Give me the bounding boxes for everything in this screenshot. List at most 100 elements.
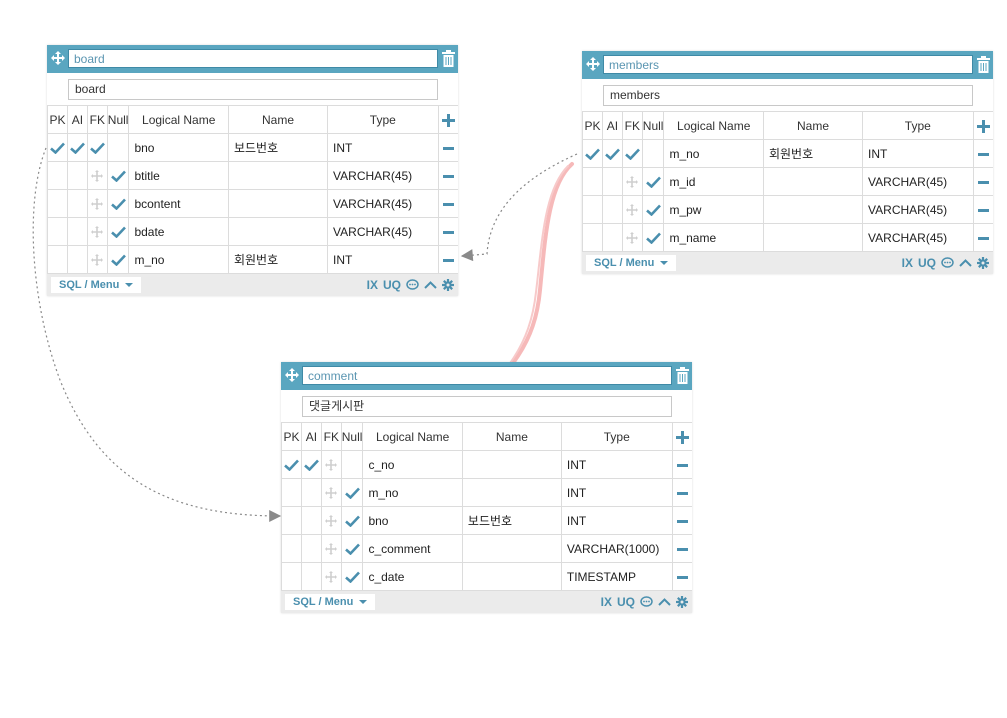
column-row[interactable]: bno 보드번호 INT: [281, 506, 692, 535]
name-cell[interactable]: [762, 223, 864, 252]
type-cell[interactable]: INT: [560, 478, 673, 507]
ai-cell[interactable]: [66, 189, 88, 218]
fk-cell[interactable]: [621, 223, 643, 252]
fk-move-icon[interactable]: [325, 459, 338, 472]
null-cell[interactable]: [340, 534, 364, 563]
fk-move-icon[interactable]: [325, 543, 338, 556]
trash-icon[interactable]: [442, 50, 455, 67]
table-board[interactable]: board board PK AI FK Null Logical Name N…: [47, 45, 458, 296]
type-cell[interactable]: INT: [327, 133, 439, 162]
logical-name-cell[interactable]: m_no: [362, 478, 463, 507]
logical-name-cell[interactable]: m_no: [663, 139, 764, 168]
check-icon[interactable]: [304, 459, 319, 472]
pk-cell[interactable]: [47, 189, 68, 218]
relation-members-board[interactable]: [460, 153, 578, 262]
type-cell[interactable]: VARCHAR(45): [327, 161, 439, 190]
fk-move-icon[interactable]: [325, 515, 338, 528]
move-icon[interactable]: [51, 51, 65, 65]
ai-cell[interactable]: [601, 167, 623, 196]
column-row[interactable]: bcontent VARCHAR(45): [47, 189, 458, 218]
check-icon[interactable]: [624, 148, 640, 161]
minus-icon[interactable]: [977, 180, 989, 184]
name-cell[interactable]: 회원번호: [227, 245, 329, 274]
ai-cell[interactable]: [66, 161, 88, 190]
type-cell[interactable]: INT: [327, 245, 439, 274]
check-icon[interactable]: [50, 142, 65, 155]
table-comment-input[interactable]: board: [68, 79, 438, 100]
fk-move-icon[interactable]: [626, 232, 639, 245]
table-comment[interactable]: comment 댓글게시판 PK AI FK Null Logical Name…: [281, 362, 692, 613]
check-icon[interactable]: [344, 515, 360, 528]
type-cell[interactable]: VARCHAR(45): [862, 167, 974, 196]
pk-cell[interactable]: [582, 223, 603, 252]
check-icon[interactable]: [605, 148, 620, 161]
sql-menu-button[interactable]: SQL / Menu: [51, 277, 142, 293]
remove-column-button[interactable]: [671, 478, 692, 507]
trash-icon[interactable]: [676, 367, 689, 384]
null-cell[interactable]: [340, 478, 364, 507]
ai-cell[interactable]: [300, 506, 322, 535]
fk-move-icon[interactable]: [91, 226, 104, 239]
move-icon[interactable]: [586, 57, 600, 71]
logical-name-cell[interactable]: m_no: [128, 245, 229, 274]
pk-cell[interactable]: [47, 217, 68, 246]
column-row[interactable]: m_pw VARCHAR(45): [582, 195, 993, 224]
logical-name-cell[interactable]: bno: [362, 506, 463, 535]
table-name-input[interactable]: comment: [302, 366, 672, 385]
pk-cell[interactable]: [281, 562, 302, 591]
minus-icon[interactable]: [676, 519, 688, 523]
check-icon[interactable]: [110, 170, 126, 183]
fk-move-icon[interactable]: [91, 198, 104, 211]
plus-icon[interactable]: [675, 430, 689, 444]
logical-name-cell[interactable]: bno: [128, 133, 229, 162]
column-row[interactable]: bdate VARCHAR(45): [47, 217, 458, 246]
name-cell[interactable]: [461, 562, 562, 591]
check-icon[interactable]: [344, 543, 360, 556]
logical-name-cell[interactable]: m_pw: [663, 195, 764, 224]
type-cell[interactable]: VARCHAR(45): [862, 195, 974, 224]
minus-icon[interactable]: [442, 258, 454, 262]
logical-name-cell[interactable]: m_name: [663, 223, 764, 252]
minus-icon[interactable]: [977, 208, 989, 212]
null-cell[interactable]: [106, 189, 130, 218]
minus-icon[interactable]: [442, 174, 454, 178]
ai-cell[interactable]: [300, 478, 322, 507]
gear-icon[interactable]: [676, 596, 688, 608]
null-cell[interactable]: [106, 217, 130, 246]
fk-cell[interactable]: [86, 245, 108, 274]
name-cell[interactable]: [461, 534, 562, 563]
minus-icon[interactable]: [442, 146, 454, 150]
fk-cell[interactable]: [320, 450, 342, 479]
remove-column-button[interactable]: [671, 506, 692, 535]
fk-cell[interactable]: [621, 139, 643, 168]
check-icon[interactable]: [344, 487, 360, 500]
remove-column-button[interactable]: [671, 534, 692, 563]
gear-icon[interactable]: [442, 279, 454, 291]
ai-cell[interactable]: [300, 562, 322, 591]
remove-column-button[interactable]: [437, 133, 458, 162]
table-name-input[interactable]: board: [68, 49, 438, 68]
plus-icon[interactable]: [976, 119, 990, 133]
null-cell[interactable]: [340, 562, 364, 591]
remove-column-button[interactable]: [437, 189, 458, 218]
check-icon[interactable]: [645, 176, 661, 189]
null-cell[interactable]: [641, 223, 665, 252]
sql-menu-button[interactable]: SQL / Menu: [285, 594, 376, 610]
pk-cell[interactable]: [281, 450, 302, 479]
index-button[interactable]: IX: [902, 255, 913, 271]
logical-name-cell[interactable]: btitle: [128, 161, 229, 190]
remove-column-button[interactable]: [972, 139, 993, 168]
pk-cell[interactable]: [281, 478, 302, 507]
logical-name-cell[interactable]: m_id: [663, 167, 764, 196]
name-cell[interactable]: [762, 167, 864, 196]
remove-column-button[interactable]: [972, 167, 993, 196]
table-comment-input[interactable]: members: [603, 85, 973, 106]
pk-cell[interactable]: [47, 245, 68, 274]
null-cell[interactable]: [340, 506, 364, 535]
fk-cell[interactable]: [320, 478, 342, 507]
add-column-button[interactable]: [671, 422, 692, 451]
logical-name-cell[interactable]: c_no: [362, 450, 463, 479]
null-cell[interactable]: [641, 167, 665, 196]
pk-cell[interactable]: [582, 195, 603, 224]
column-row[interactable]: m_id VARCHAR(45): [582, 167, 993, 196]
